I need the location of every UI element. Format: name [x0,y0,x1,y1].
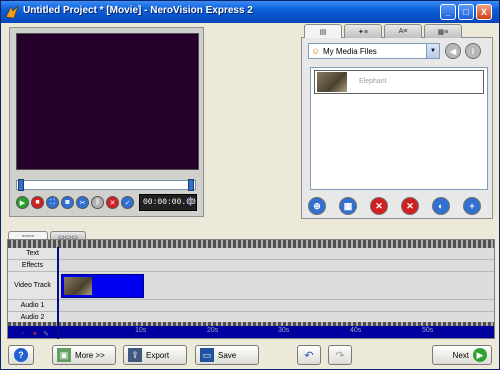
main-window: Untitled Project * [Movie] - NeroVision … [0,0,500,370]
fullscreen-icon[interactable]: ⛶ [46,196,59,209]
track-label: Audio 1 [8,300,58,311]
export-button-label: Export [146,350,170,360]
slider-end-handle[interactable] [188,179,194,191]
tools-icon[interactable]: ✎ [43,330,52,338]
info-icon[interactable]: i [465,43,481,59]
remove-icon[interactable]: ✕ [370,197,388,215]
timeline-playhead[interactable] [57,247,59,339]
time-ruler[interactable]: 10s 20s 30s 40s 50s [8,326,494,338]
media-item[interactable]: Elephant [314,70,484,94]
track-effects[interactable]: Effects [8,260,494,272]
more-button[interactable]: ▣ More >> [52,345,116,365]
next-button[interactable]: Next ▶ [432,345,492,365]
timecode-spinner[interactable]: ▲ ▼ [187,196,194,209]
media-source-select[interactable]: ☺ My Media Files ▼ [308,43,440,59]
media-item-name: Elephant [359,78,387,85]
close-button[interactable]: X [476,4,492,20]
split-icon[interactable]: ✂ [76,196,89,209]
export-icon: ⇪ [128,348,142,362]
save-button-label: Save [218,350,237,360]
capture-icon[interactable]: ◐ [432,197,450,215]
undo-icon: ↶ [304,349,314,362]
ruler-tick: 50s [422,327,434,334]
nero-app-icon [5,5,19,19]
save-button[interactable]: ▭ Save [195,345,259,365]
export-button[interactable]: ⇪ Export [123,345,187,365]
title-bar: Untitled Project * [Movie] - NeroVision … [1,1,499,23]
browse-icon[interactable]: ⊕ [308,197,326,215]
undo-button[interactable]: ↶ [297,345,321,365]
video-preview [16,33,199,170]
redo-icon: ↷ [335,349,345,362]
zoom-icon[interactable]: ⌕ [21,330,30,338]
more-icon: ▣ [57,348,71,362]
slider-start-handle[interactable] [18,179,24,191]
add-icon[interactable]: + [463,197,481,215]
media-list: Elephant [310,67,488,190]
ruler-tick: 20s [207,327,219,334]
play-icon[interactable]: ▶ [16,196,29,209]
magic-wand-icon[interactable]: ✦ [32,330,41,338]
next-button-label: Next [452,350,469,360]
track-text[interactable]: Text [8,248,494,260]
delete-icon[interactable]: ✕ [106,196,119,209]
maximize-button[interactable]: □ [458,4,474,20]
apply-icon[interactable]: ✓ [121,196,134,209]
help-button[interactable]: ? [8,345,34,365]
back-icon[interactable]: ◀ [445,43,461,59]
track-video[interactable]: Video Track [8,272,494,300]
redo-button[interactable]: ↷ [328,345,352,365]
film-icon[interactable]: ▦ [339,197,357,215]
ruler-tick: 30s [278,327,290,334]
remove-all-icon[interactable]: ✕ [401,197,419,215]
timecode-display[interactable]: 00:00:00.00 ▲ ▼ [139,194,197,211]
tab-transitions[interactable]: ✦≡ [344,24,382,38]
more-button-label: More >> [75,350,105,360]
stop-icon[interactable]: ■ [31,196,44,209]
track-label: Effects [8,260,58,271]
track-label: Text [8,248,58,259]
user-folder-icon: ☺ [311,46,321,56]
help-icon: ? [14,348,28,362]
film-strip-top [8,240,494,248]
preview-position-slider[interactable] [16,179,196,191]
tab-media[interactable]: ▤ [304,24,342,38]
snapshot-icon[interactable]: ◙ [61,196,74,209]
track-audio-1[interactable]: Audio 1 [8,300,494,312]
next-arrow-icon: ▶ [473,348,487,362]
ruler-tick: 40s [350,327,362,334]
clip-thumbnail [64,277,92,295]
ruler-tick: 10s [135,327,147,334]
chevron-down-icon[interactable]: ▼ [426,44,439,58]
track-label: Video Track [8,272,58,299]
window-title: Untitled Project * [Movie] - NeroVision … [23,5,253,16]
save-icon: ▭ [200,348,214,362]
elephant-thumbnail [317,72,347,92]
minimize-button[interactable]: _ [440,4,456,20]
video-clip[interactable] [61,274,144,298]
tab-text-effects[interactable]: A≡ [384,24,422,38]
trim-icon[interactable]: ⫼ [91,196,104,209]
tab-video-effects[interactable]: ▦≡ [424,24,462,38]
timeline-panel: Text Effects Video Track Audio 1 Audio 2… [7,239,495,339]
media-source-label: My Media Files [323,46,377,56]
